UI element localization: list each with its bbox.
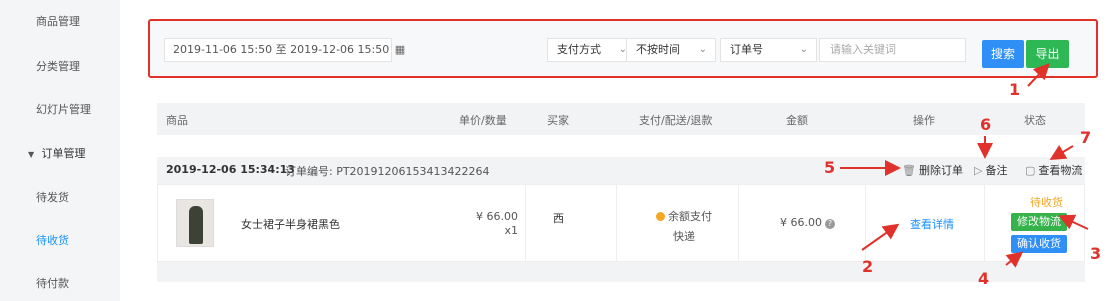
main-content: 2019-11-06 15:50 至 2019-12-06 15:50 ▦ 支付… [120,0,1114,301]
view-details-link[interactable]: 查看详情 [910,216,954,232]
view-logistics-label: 查看物流 [1038,164,1083,177]
product-thumbnail[interactable] [176,199,214,247]
payment-method-value: 支付方式 [557,43,601,56]
sidebar-group-label: 订单管理 [41,147,86,160]
sidebar-item-pending-receipt[interactable]: 待收货 [0,231,120,251]
annotation-number: 6 [980,115,992,134]
column-header-status: 状态 [1024,114,1046,127]
order-time: 2019-12-06 15:34:13 [166,163,295,176]
table-footer-row [157,262,1085,282]
keyword-input[interactable]: 请输入关键词 [819,38,966,62]
sidebar-group-order-management[interactable]: ▼ 订单管理 [0,144,120,164]
annotation-number: 3 [1090,244,1102,263]
flag-icon: ▷ [974,164,983,177]
column-header-amount: 金额 [786,114,808,127]
column-header-product: 商品 [166,114,188,127]
annotation-number: 5 [824,158,836,177]
order-amount: ¥ 66.00? [780,216,835,229]
buyer-name: 西 [553,212,564,225]
table-header: 商品 单价/数量 买家 支付/配送/退款 金额 操作 状态 [157,103,1085,135]
confirm-receipt-button[interactable]: 确认收货 [1011,235,1067,253]
annotation-number: 2 [862,257,874,276]
column-header-operation: 操作 [913,114,935,127]
order-number: 订单编号: PT20191206153413422264 [285,165,490,178]
chevron-down-icon: ⌄ [799,44,808,55]
caret-down-icon: ▼ [28,150,35,159]
search-field-value: 订单号 [730,43,763,56]
payment-info: 余额支付 快递 [644,207,724,247]
filter-bar: 2019-11-06 15:50 至 2019-12-06 15:50 ▦ 支付… [148,19,1098,78]
order-header: 2019-12-06 15:34:13 订单编号: PT201912061534… [157,157,1085,184]
help-icon[interactable]: ? [825,219,835,229]
product-name: 女士裙子半身裙黑色 [241,218,340,231]
sidebar-item-product-management[interactable]: 商品管理 [0,12,120,32]
sidebar-item-category-management[interactable]: 分类管理 [0,57,120,77]
logistics-icon: ▢ [1025,164,1036,177]
delete-order-label: 删除订单 [918,164,963,177]
order-row: 女士裙子半身裙黑色 ¥ 66.00 x1 西 余额支付 快递 ¥ 66.00? … [157,184,1085,263]
sidebar: 商品管理 分类管理 幻灯片管理 ▼ 订单管理 待发货 待收货 待付款 [0,0,120,301]
export-button[interactable]: 导出 [1026,40,1069,68]
chevron-down-icon: ⌄ [698,44,707,55]
time-filter-select[interactable]: 不按时间 ⌄ [626,38,716,62]
annotation-number: 7 [1080,128,1092,147]
date-range-value: 2019-11-06 15:50 至 2019-12-06 15:50 [173,43,390,56]
column-header-payment: 支付/配送/退款 [639,114,713,127]
payment-method-select[interactable]: 支付方式 ⌄ [547,38,636,62]
modify-logistics-button[interactable]: 修改物流 [1011,213,1067,231]
sidebar-item-pending-payment[interactable]: 待付款 [0,274,120,294]
calendar-icon: ▦ [394,43,406,56]
search-field-select[interactable]: 订单号 ⌄ [720,38,817,62]
annotation-number: 4 [978,269,990,288]
column-header-buyer: 买家 [547,114,569,127]
quantity: x1 [504,224,518,237]
sidebar-item-pending-shipment[interactable]: 待发货 [0,188,120,208]
status-badge: 待收货 [1030,196,1063,209]
remark-button[interactable]: ▷ 备注 [974,162,1007,178]
date-range-picker[interactable]: 2019-11-06 15:50 至 2019-12-06 15:50 ▦ [164,38,405,62]
sidebar-item-slideshow-management[interactable]: 幻灯片管理 [0,100,120,120]
delivery-method: 快递 [673,230,695,243]
trash-icon: 🗑 [902,164,916,177]
time-filter-value: 不按时间 [636,43,680,56]
payment-method: 余额支付 [668,210,712,223]
remark-label: 备注 [985,164,1008,177]
amount-value: ¥ 66.00 [780,216,822,229]
unit-price: ¥ 66.00 [476,210,518,223]
annotation-number: 1 [1009,80,1021,99]
unit-price-qty: ¥ 66.00 x1 [458,210,518,238]
search-button[interactable]: 搜索 [982,40,1024,68]
delete-order-button[interactable]: 🗑 删除订单 [902,162,963,178]
coin-icon [656,212,665,221]
column-header-price-qty: 单价/数量 [459,114,507,127]
view-logistics-button[interactable]: ▢ 查看物流 [1025,162,1082,178]
